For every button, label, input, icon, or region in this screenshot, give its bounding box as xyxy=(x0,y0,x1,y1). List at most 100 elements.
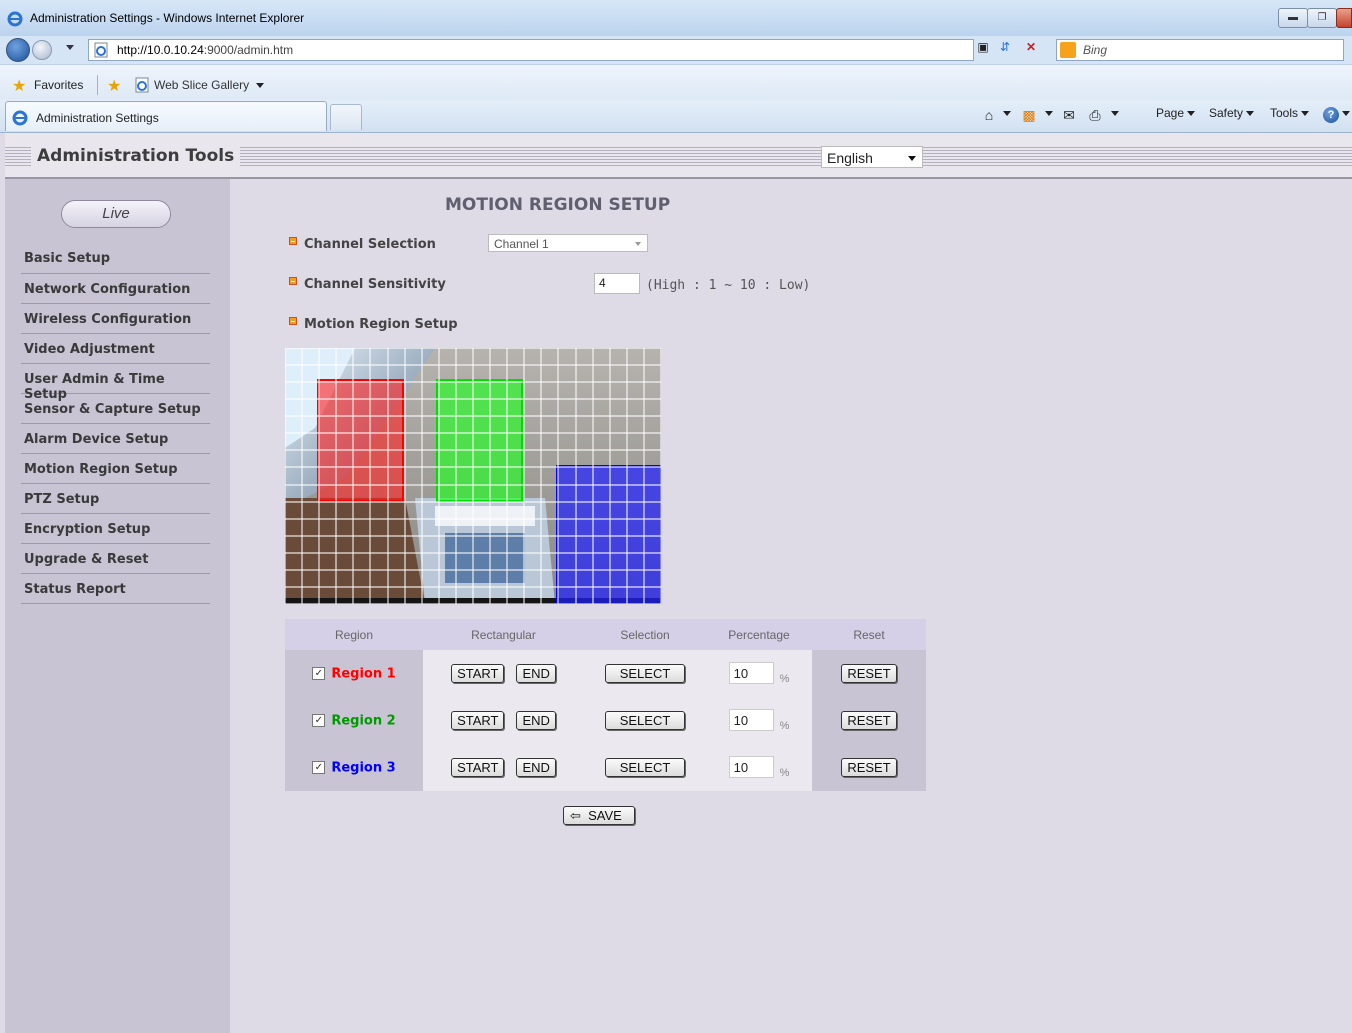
print-icon[interactable]: ⎙ xyxy=(1086,106,1104,124)
rectangular-cell: START END xyxy=(423,744,584,791)
percent-sign: % xyxy=(779,673,790,686)
motion-region-grid[interactable] xyxy=(285,348,661,604)
region-2-label: Region 2 xyxy=(331,713,396,729)
region-1-reset-button[interactable]: RESET xyxy=(841,664,897,683)
help-dropdown[interactable] xyxy=(1339,106,1350,120)
percent-sign: % xyxy=(779,720,790,733)
print-dropdown[interactable] xyxy=(1108,106,1119,120)
region-2-checkbox[interactable]: ✓ xyxy=(312,714,326,728)
home-icon[interactable]: ⌂ xyxy=(980,106,998,124)
minimize-button[interactable]: ▬ xyxy=(1278,8,1308,28)
table-row: ✓ Region 3 START END SELECT 10% RESET xyxy=(285,744,926,791)
page-heading: Administration Tools xyxy=(31,145,241,167)
recent-pages-dropdown-icon[interactable] xyxy=(66,45,74,50)
save-arrow-icon: ⇦ xyxy=(570,808,589,823)
reset-cell: RESET xyxy=(812,744,926,791)
window-titlebar: Administration Settings - Windows Intern… xyxy=(0,0,1352,36)
page-title: MOTION REGION SETUP xyxy=(445,195,671,215)
address-bar-row: http://10.0.10.24:9000/admin.htm ▣ ⇵ ✕ B… xyxy=(0,36,1352,91)
region-3-select-button[interactable]: SELECT xyxy=(604,758,686,777)
sidebar-item-alarm-device-setup[interactable]: Alarm Device Setup xyxy=(21,424,210,454)
column-header: Rectangular xyxy=(423,619,584,650)
language-select[interactable]: English xyxy=(821,146,923,168)
table-row: ✓ Region 1 START END SELECT 10% RESET xyxy=(285,650,926,697)
admin-header: Administration Tools English xyxy=(5,133,1352,179)
page-content: Administration Tools English Live Basic … xyxy=(5,133,1352,1033)
column-header: Reset xyxy=(812,619,926,650)
region-1-end-button[interactable]: END xyxy=(516,664,556,683)
url-text: http://10.0.10.24:9000/admin.htm xyxy=(117,43,294,57)
tab-administration-settings[interactable]: Administration Settings xyxy=(5,101,327,131)
region-2-percentage-input[interactable]: 10 xyxy=(728,708,774,731)
sidebar-item-status-report[interactable]: Status Report xyxy=(21,574,210,604)
percent-sign: % xyxy=(779,767,790,780)
divider xyxy=(97,75,98,95)
tools-menu[interactable]: Tools xyxy=(1270,106,1310,120)
region-1-start-button[interactable]: START xyxy=(451,664,505,683)
web-slice-gallery-link[interactable]: Web Slice Gallery xyxy=(154,78,249,92)
mail-icon[interactable]: ✉ xyxy=(1060,106,1078,124)
region-3-reset-button[interactable]: RESET xyxy=(841,758,897,777)
region-3-start-button[interactable]: START xyxy=(451,758,505,777)
region-cell: ✓ Region 3 xyxy=(285,744,423,791)
region-3-label: Region 3 xyxy=(331,760,396,776)
region-2-start-button[interactable]: START xyxy=(451,711,505,730)
region-3-percentage-input[interactable]: 10 xyxy=(728,755,774,778)
feeds-icon[interactable]: ▩ xyxy=(1020,106,1038,124)
sidebar-item-upgrade-reset[interactable]: Upgrade & Reset xyxy=(21,544,210,574)
forward-button[interactable] xyxy=(32,40,52,60)
sidebar-item-encryption-setup[interactable]: Encryption Setup xyxy=(21,514,210,544)
rectangular-cell: START END xyxy=(423,650,584,697)
region-1-label: Region 1 xyxy=(331,666,396,682)
sidebar: Live Basic Setup Network Configuration W… xyxy=(5,179,230,1033)
web-slice-dropdown-icon[interactable] xyxy=(256,83,264,88)
main-panel: MOTION REGION SETUP Channel Selection Ch… xyxy=(230,179,1352,1033)
sensitivity-input[interactable]: 4 xyxy=(594,273,640,294)
sidebar-item-user-admin-time-setup[interactable]: User Admin & Time Setup xyxy=(21,364,210,402)
search-input[interactable]: Bing xyxy=(1056,39,1344,61)
home-dropdown[interactable] xyxy=(1000,106,1011,120)
region-2-reset-button[interactable]: RESET xyxy=(841,711,897,730)
sidebar-item-network-configuration[interactable]: Network Configuration xyxy=(21,274,210,304)
channel-select[interactable]: Channel 1 xyxy=(488,234,648,252)
feeds-dropdown[interactable] xyxy=(1042,106,1053,120)
selection-cell: SELECT xyxy=(584,697,706,744)
region-1-checkbox[interactable]: ✓ xyxy=(312,667,326,681)
sidebar-item-video-adjustment[interactable]: Video Adjustment xyxy=(21,334,210,364)
maximize-button[interactable]: ❐ xyxy=(1307,8,1337,28)
close-window-button[interactable] xyxy=(1336,8,1352,28)
sidebar-item-ptz-setup[interactable]: PTZ Setup xyxy=(21,484,210,514)
region-1-percentage-input[interactable]: 10 xyxy=(728,661,774,684)
address-input[interactable]: http://10.0.10.24:9000/admin.htm xyxy=(88,39,974,61)
reset-cell: RESET xyxy=(812,697,926,744)
stop-icon[interactable]: ✕ xyxy=(1022,39,1040,55)
page-menu[interactable]: Page xyxy=(1156,106,1196,120)
safety-menu[interactable]: Safety xyxy=(1209,106,1255,120)
new-tab-button[interactable] xyxy=(330,104,362,130)
help-icon[interactable]: ? xyxy=(1323,107,1339,123)
sidebar-item-basic-setup[interactable]: Basic Setup xyxy=(21,245,210,274)
save-button-wrap: ⇦ SAVE xyxy=(563,806,635,825)
sidebar-item-wireless-configuration[interactable]: Wireless Configuration xyxy=(21,304,210,334)
add-favorite-icon[interactable]: ★ xyxy=(107,76,121,96)
region-3-end-button[interactable]: END xyxy=(516,758,556,777)
table-row: ✓ Region 2 START END SELECT 10% RESET xyxy=(285,697,926,744)
favorites-button[interactable]: Favorites xyxy=(34,78,83,92)
percentage-cell: 10% xyxy=(706,744,812,791)
live-button[interactable]: Live xyxy=(61,200,171,228)
region-2-select-button[interactable]: SELECT xyxy=(604,711,686,730)
region-2-end-button[interactable]: END xyxy=(516,711,556,730)
region-3-checkbox[interactable]: ✓ xyxy=(312,761,326,775)
back-button[interactable] xyxy=(6,38,30,62)
region-1-select-button[interactable]: SELECT xyxy=(604,664,686,683)
ie-logo-icon xyxy=(7,11,23,27)
bullet-icon xyxy=(289,277,297,285)
window-title: Administration Settings - Windows Intern… xyxy=(30,11,305,25)
column-header: Region xyxy=(285,619,423,650)
compatibility-view-icon[interactable]: ▣ xyxy=(974,39,992,55)
sidebar-item-motion-region-setup[interactable]: Motion Region Setup xyxy=(21,454,210,484)
selection-cell: SELECT xyxy=(584,744,706,791)
sensitivity-hint: (High : 1 ~ 10 : Low) xyxy=(646,278,811,293)
save-button[interactable]: ⇦ SAVE xyxy=(563,806,635,825)
refresh-icon[interactable]: ⇵ xyxy=(996,39,1014,55)
